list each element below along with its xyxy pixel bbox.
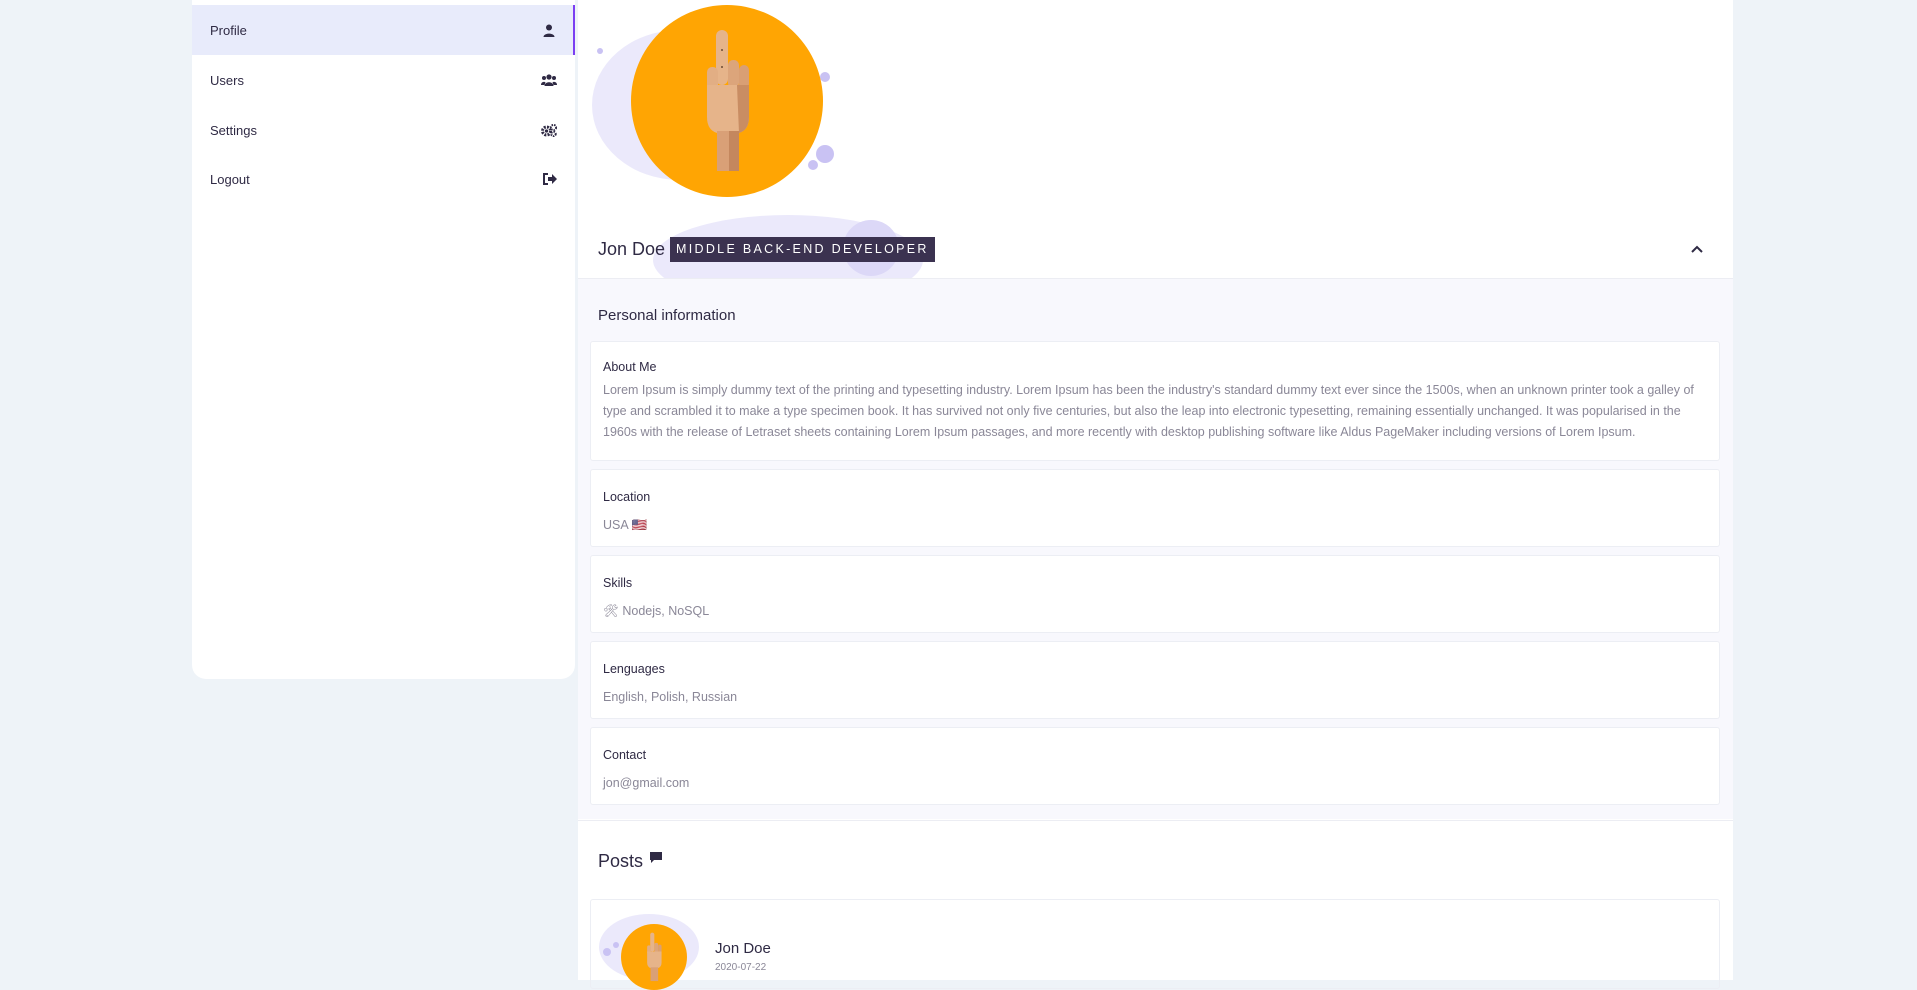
sidebar-item-label: Logout — [210, 171, 250, 187]
posts-section: Posts Jon Doe 2020-07-22 — [578, 820, 1733, 990]
sidebar: Profile Users Settings Logout — [192, 0, 575, 679]
sidebar-item-label: Users — [210, 72, 244, 88]
profile-panel: Jon Doe MIDDLE BACK-END DEVELOPER Person… — [578, 0, 1733, 990]
role-badge: MIDDLE BACK-END DEVELOPER — [670, 236, 935, 262]
sidebar-item-label: Profile — [210, 22, 247, 38]
decor-dot — [597, 48, 603, 54]
post-avatar — [621, 924, 687, 990]
decor-dot — [603, 948, 611, 956]
field-label: Contact — [603, 748, 647, 762]
post-author[interactable]: Jon Doe — [715, 940, 771, 957]
wooden-hand-icon — [647, 932, 662, 982]
user-icon — [543, 24, 555, 37]
sidebar-item-logout[interactable]: Logout — [192, 154, 575, 204]
wooden-hand-icon — [707, 30, 749, 171]
posts-title-text: Posts — [598, 851, 644, 871]
about-me-card: About Me Lorem Ipsum is simply dummy tex… — [590, 341, 1720, 461]
field-label: Lenguages — [603, 662, 665, 676]
skills-card: Skills 🛠 Nodejs, NoSQL — [590, 555, 1720, 633]
logout-icon — [543, 173, 557, 185]
field-value: 🛠 Nodejs, NoSQL — [603, 604, 710, 618]
field-value: English, Polish, Russian — [603, 690, 738, 704]
comment-icon — [650, 851, 663, 863]
sidebar-item-settings[interactable]: Settings — [192, 105, 575, 155]
field-label: Location — [603, 490, 651, 504]
field-value: USA 🇺🇸 — [603, 518, 648, 532]
chevron-up-icon[interactable] — [1691, 240, 1703, 258]
decor-dot — [816, 145, 834, 163]
users-icon — [541, 74, 557, 86]
sidebar-item-label: Settings — [210, 122, 257, 138]
field-value: jon@gmail.com — [603, 776, 690, 790]
avatar — [631, 5, 823, 197]
decor-dot — [613, 942, 619, 948]
cogs-icon — [541, 123, 557, 137]
post-card[interactable]: Jon Doe 2020-07-22 — [590, 899, 1720, 990]
post-date: 2020-07-22 — [715, 962, 767, 973]
personal-info-section: Personal information About Me Lorem Ipsu… — [578, 278, 1733, 819]
profile-header: Jon Doe MIDDLE BACK-END DEVELOPER — [578, 215, 1733, 305]
field-label: Skills — [603, 576, 633, 590]
posts-title: Posts — [598, 851, 663, 872]
contact-card: Contact jon@gmail.com — [590, 727, 1720, 805]
profile-avatar-area — [592, 0, 834, 210]
decor-dot — [820, 72, 830, 82]
field-value: Lorem Ipsum is simply dummy text of the … — [603, 383, 1694, 439]
profile-name: Jon Doe — [598, 238, 666, 259]
languages-card: Lenguages English, Polish, Russian — [590, 641, 1720, 719]
decor-dot — [808, 160, 818, 170]
sidebar-item-profile[interactable]: Profile — [192, 5, 575, 55]
section-title: Personal information — [598, 307, 736, 324]
location-card: Location USA 🇺🇸 — [590, 469, 1720, 547]
sidebar-item-users[interactable]: Users — [192, 55, 575, 105]
field-label: About Me — [603, 360, 657, 374]
